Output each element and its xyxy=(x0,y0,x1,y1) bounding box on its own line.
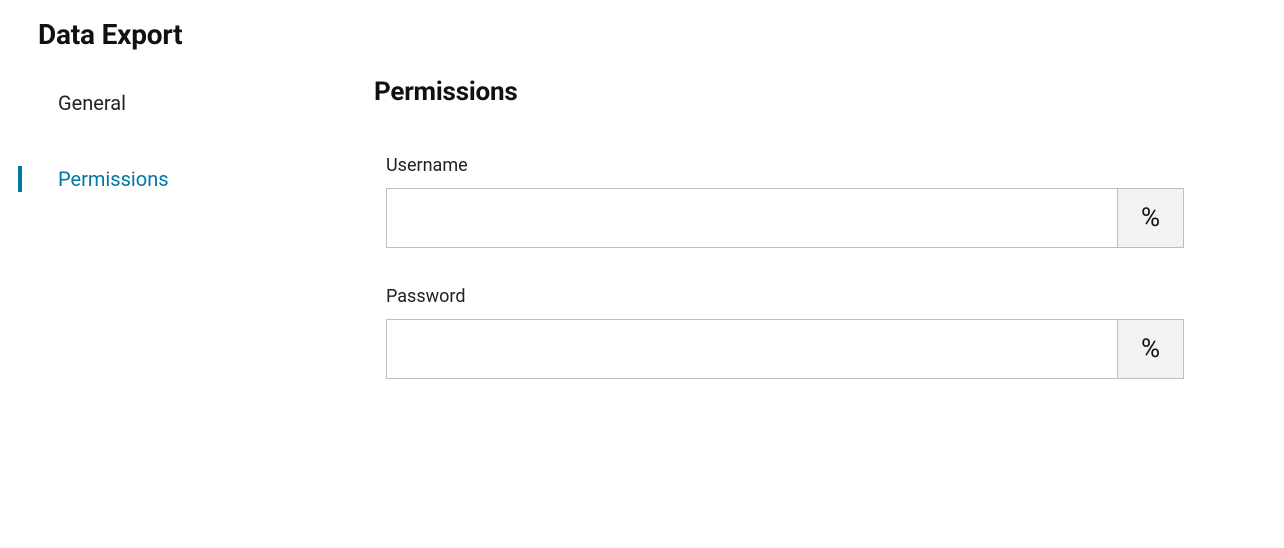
percent-icon: % xyxy=(1141,334,1160,364)
password-input[interactable] xyxy=(387,320,1117,378)
sidebar-item-general[interactable]: General xyxy=(0,79,340,127)
layout: General Permissions Permissions Username… xyxy=(0,79,1284,417)
password-input-row: % xyxy=(386,319,1184,379)
sidebar-item-label: General xyxy=(58,91,126,115)
form-group-password: Password % xyxy=(386,286,1284,379)
sidebar-item-permissions[interactable]: Permissions xyxy=(0,155,340,203)
sidebar: General Permissions xyxy=(0,79,340,231)
section-title: Permissions xyxy=(374,77,1284,107)
page-title: Data Export xyxy=(38,18,1284,51)
username-label: Username xyxy=(386,155,1284,176)
username-input[interactable] xyxy=(387,189,1117,247)
main-content: Permissions Username % Password % xyxy=(340,79,1284,417)
password-label: Password xyxy=(386,286,1284,307)
username-addon-button[interactable]: % xyxy=(1117,189,1183,247)
form-group-username: Username % xyxy=(386,155,1284,248)
password-addon-button[interactable]: % xyxy=(1117,320,1183,378)
username-input-row: % xyxy=(386,188,1184,248)
sidebar-item-label: Permissions xyxy=(58,167,169,191)
percent-icon: % xyxy=(1141,203,1160,233)
